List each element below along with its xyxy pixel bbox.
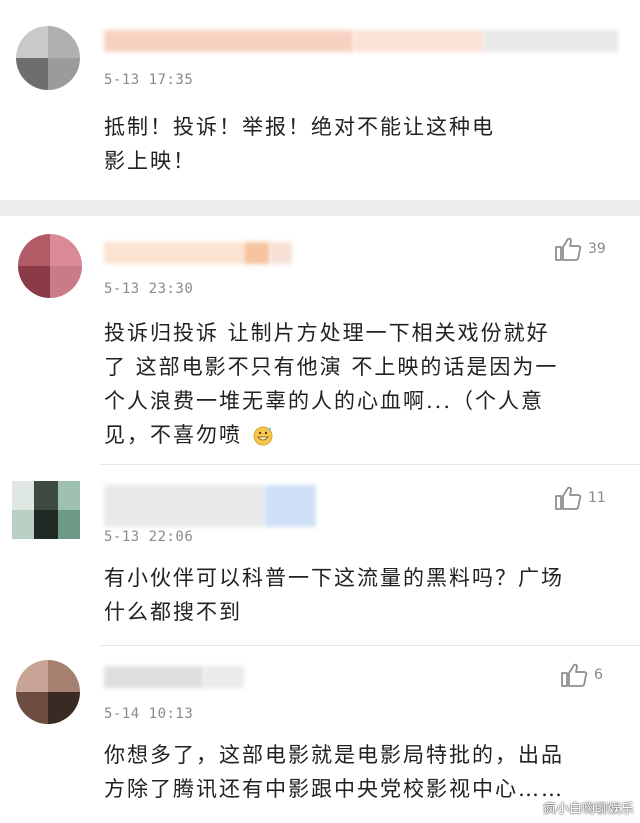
comment-1: 5-13 17:35 抵制！投诉！举报！绝对不能让这种电 影上映！ [0,0,640,200]
username-blurred [264,485,316,527]
avatar-pixel [16,692,48,724]
thumbs-up-icon [561,663,588,687]
avatar-pixel [48,692,80,724]
avatar-pixel [34,510,58,539]
username-blurred [204,666,244,688]
comment-line: 个人浪费一堆无辜的人的心血啊...（个人意 [104,389,545,413]
comment-line: 影上映！ [104,149,196,173]
section-separator [0,200,640,216]
avatar[interactable] [18,234,82,298]
avatar[interactable] [16,660,80,724]
avatar-pixel [48,58,80,90]
comment-time: 5-13 17:35 [104,72,194,88]
like-count: 11 [588,490,606,506]
avatar-pixel [12,481,34,510]
like-count: 39 [588,241,606,257]
comment-3: 11 5-13 22:06 有小伙伴可以科普一下这流量的黑料吗？广场 什么都搜不… [0,465,640,645]
avatar-pixel [18,266,50,298]
avatar-pixel [48,660,80,692]
comment-line: 什么都搜不到 [104,600,242,624]
comment-time: 5-14 10:13 [104,706,194,722]
avatar-pixel [50,234,82,266]
comment-line: 了 这部电影不只有他演 不上映的话是因为一 [104,355,559,379]
avatar[interactable] [12,481,80,539]
avatar[interactable] [16,26,80,90]
username-blurred[interactable] [104,30,354,52]
like-button[interactable]: 39 [554,236,606,262]
username-blurred [270,242,292,264]
comment-text: 抵制！投诉！举报！绝对不能让这种电 影上映！ [104,110,624,178]
comment-line: 有小伙伴可以科普一下这流量的黑料吗？广场 [104,566,564,590]
comment-line: 投诉归投诉 让制片方处理一下相关戏份就好 [104,321,550,345]
avatar-pixel [16,26,48,58]
comment-line: 抵制！投诉！举报！绝对不能让这种电 [104,115,495,139]
avatar-pixel [58,481,80,510]
username-blurred[interactable] [104,242,244,264]
avatar-pixel [18,234,50,266]
comment-4: 6 5-14 10:13 你想多了，这部电影就是电影局特批的，出品 方除了腾讯还… [0,646,640,823]
comment-text: 投诉归投诉 让制片方处理一下相关戏份就好 了 这部电影不只有他演 不上映的话是因… [104,316,624,452]
avatar-pixel [16,58,48,90]
avatar-pixel [16,660,48,692]
comment-time: 5-13 23:30 [104,281,194,297]
username-blurred [484,30,618,52]
username-blurred[interactable] [104,666,204,688]
comment-line: 见，不喜勿喷 [104,418,624,452]
comment-text: 有小伙伴可以科普一下这流量的黑料吗？广场 什么都搜不到 [104,561,624,629]
comment-line: 你想多了，这部电影就是电影局特批的，出品 [104,743,564,767]
username-blurred [244,242,270,264]
username-blurred [354,30,484,52]
comment-time: 5-13 22:06 [104,529,194,545]
avatar-pixel [58,510,80,539]
avatar-pixel [34,481,58,510]
avatar-pixel [48,26,80,58]
avatar-pixel [12,510,34,539]
thumbs-up-icon [555,237,582,261]
comment-2: 39 5-13 23:30 投诉归投诉 让制片方处理一下相关戏份就好 了 这部电… [0,216,640,464]
comment-text: 你想多了，这部电影就是电影局特批的，出品 方除了腾讯还有中影跟中央党校影视中心…… [104,738,624,806]
like-count: 6 [594,667,603,683]
like-button[interactable]: 6 [560,662,603,688]
like-button[interactable]: 11 [554,485,606,511]
grin-sweat-emoji-icon [251,422,275,446]
avatar-pixel [50,266,82,298]
thumbs-up-icon [555,486,582,510]
username-blurred[interactable] [104,485,264,527]
watermark: 疯小白嗨聊娱乐 [542,802,634,817]
